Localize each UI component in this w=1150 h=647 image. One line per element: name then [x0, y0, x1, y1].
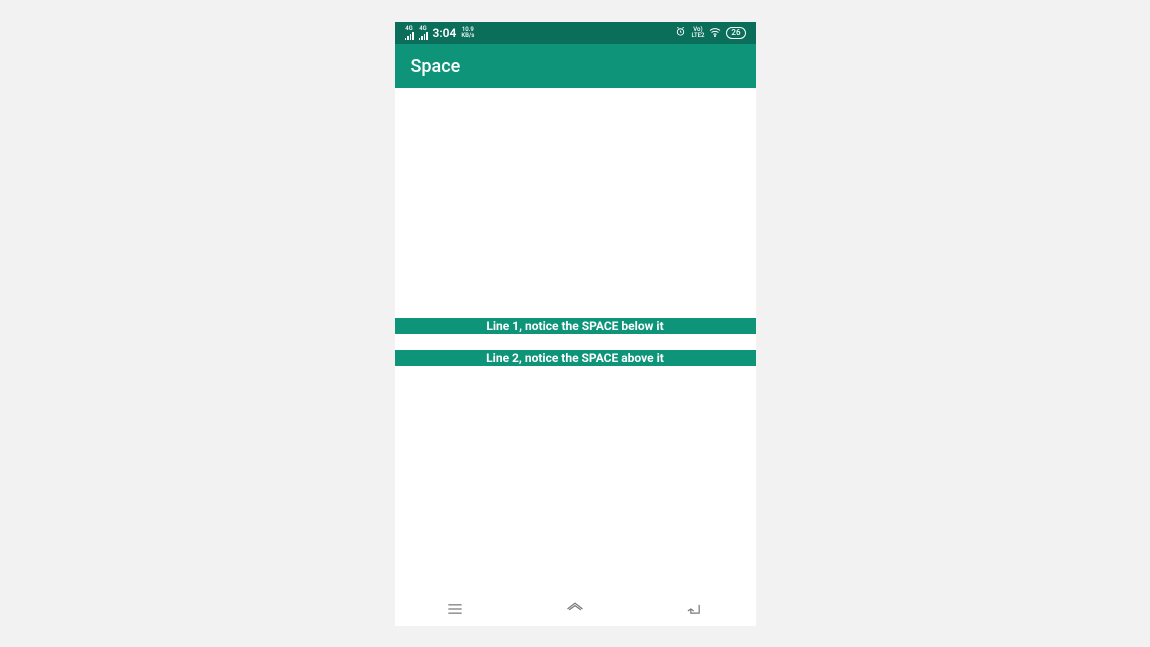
navigation-bar	[395, 592, 756, 626]
signal-bars-icon	[419, 32, 428, 40]
space-between	[395, 334, 756, 350]
lte-bottom: LTE2	[691, 33, 704, 39]
recent-apps-button[interactable]	[444, 598, 466, 620]
status-time: 3:04	[433, 26, 457, 40]
signal-2: 4G	[419, 26, 428, 40]
signal-1: 4G	[405, 26, 414, 40]
screen: 4G 4G 3:04 10.9 KB/s Vo)	[395, 22, 756, 592]
app-bar: Space	[395, 44, 756, 88]
content-area: Line 1, notice the SPACE below it Line 2…	[395, 88, 756, 592]
line-2: Line 2, notice the SPACE above it	[395, 350, 756, 366]
status-right: Vo) LTE2 26	[675, 26, 745, 40]
status-left: 4G 4G 3:04 10.9 KB/s	[405, 26, 475, 40]
status-bar: 4G 4G 3:04 10.9 KB/s Vo)	[395, 22, 756, 44]
lte-label: Vo) LTE2	[691, 27, 704, 39]
phone-frame: 4G 4G 3:04 10.9 KB/s Vo)	[395, 22, 756, 626]
battery-level: 26	[731, 28, 740, 37]
rate-unit: KB/s	[461, 33, 474, 39]
home-button[interactable]	[564, 598, 586, 620]
app-title: Space	[411, 56, 461, 77]
signal-bars-icon	[405, 32, 414, 40]
alarm-icon	[675, 26, 686, 40]
line-1: Line 1, notice the SPACE below it	[395, 318, 756, 334]
back-button[interactable]	[684, 598, 706, 620]
spacer-above	[395, 88, 756, 318]
battery-icon: 26	[726, 27, 745, 39]
data-rate: 10.9 KB/s	[461, 27, 474, 39]
wifi-icon	[709, 27, 721, 40]
